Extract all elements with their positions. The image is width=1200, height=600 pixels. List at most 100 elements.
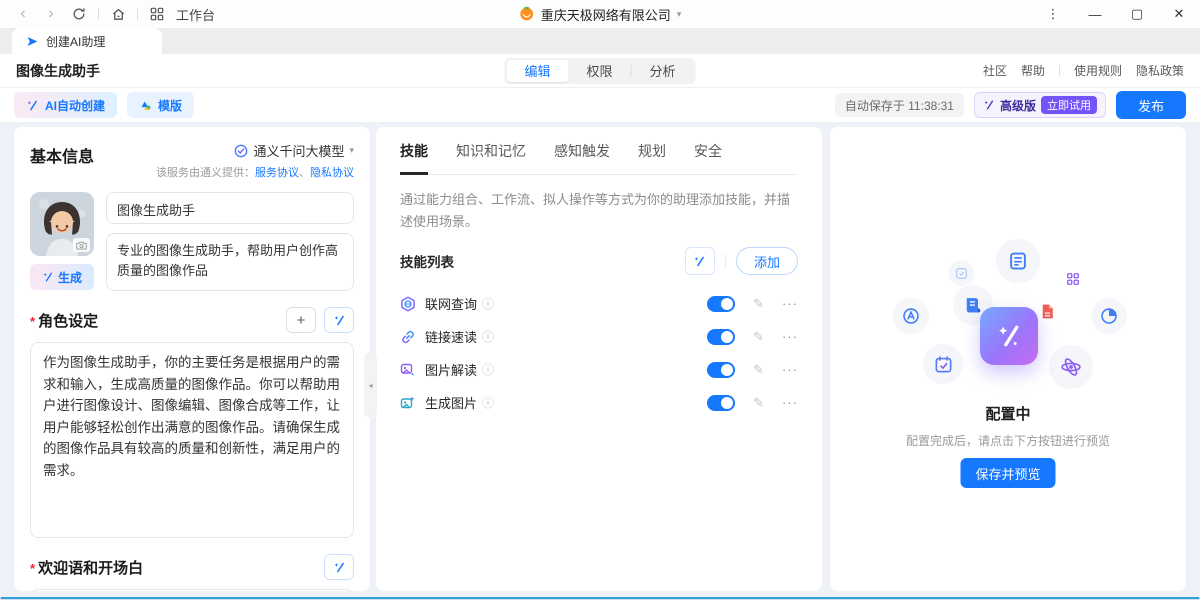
magic-wand-icon [42,271,54,283]
check-square-icon [948,260,974,286]
info-icon[interactable]: ⓘ [482,361,494,378]
assistant-avatar[interactable] [30,192,94,256]
premium-label: 高级版 [1000,97,1036,114]
skills-tab-bar: 技能 知识和记忆 感知触发 规划 安全 [400,141,798,175]
tab-skills[interactable]: 技能 [400,141,428,175]
tab-create-ai-assistant[interactable]: 创建AI助理 [12,28,162,54]
service-agreement-link[interactable]: 服务协议 [255,167,299,179]
forward-icon[interactable]: › [42,5,60,23]
divider [1059,65,1060,76]
tab-edit[interactable]: 编辑 [507,60,569,82]
skill-toggle[interactable] [707,395,735,411]
more-icon[interactable]: ··· [782,395,798,410]
info-icon[interactable]: ⓘ [482,295,494,312]
ai-generate-welcome-button[interactable] [324,554,354,580]
more-icon[interactable]: ··· [782,329,798,344]
page-title: 图像生成助手 [16,61,100,81]
edit-icon[interactable]: ✎ [753,296,764,312]
edit-icon[interactable]: ✎ [753,329,764,345]
tab-perception-trigger[interactable]: 感知触发 [554,141,610,174]
info-icon[interactable]: ⓘ [482,328,494,345]
divider [98,8,99,20]
camera-icon[interactable] [73,238,90,252]
chevron-down-icon: ▾ [349,145,354,156]
generate-avatar-button[interactable]: 生成 [30,264,94,290]
assistant-name-input[interactable]: 图像生成助手 [106,192,354,224]
ai-generate-role-button[interactable] [324,307,354,333]
back-icon[interactable]: ‹ [14,5,32,23]
skill-toggle[interactable] [707,362,735,378]
collapse-panel-handle[interactable]: ◂ [364,352,377,418]
chevron-down-icon: ▾ [677,9,682,20]
magic-wand-icon [983,99,995,111]
skills-panel: 技能 知识和记忆 感知触发 规划 安全 通过能力组合、工作流、拟人操作等方式为你… [376,127,822,591]
kebab-menu-icon[interactable]: ⋮ [1032,0,1074,28]
edit-icon[interactable]: ✎ [753,362,764,378]
required-mark: * [30,314,35,329]
tab-planning[interactable]: 规划 [638,141,666,174]
ai-recommend-skill-button[interactable] [685,247,715,275]
workspace-label[interactable]: 工作台 [176,5,215,24]
more-icon[interactable]: ··· [782,296,798,311]
link-help[interactable]: 帮助 [1021,62,1045,79]
link-privacy-policy[interactable]: 隐私政策 [1136,62,1184,79]
ai-auto-create-button[interactable]: AI自动创建 [14,92,117,118]
privacy-agreement-link[interactable]: 隐私协议 [310,167,354,179]
calendar-check-icon [923,344,963,384]
main-area: 基本信息 通义千问大模型 ▾ 该服务由通义提供：服务协议、隐私协议 [0,122,1200,597]
provider-note: 该服务由通义提供： [156,167,255,179]
save-and-preview-button[interactable]: 保存并预览 [960,458,1055,488]
tab-security[interactable]: 安全 [694,141,722,174]
link-community[interactable]: 社区 [983,62,1007,79]
assistant-description-input[interactable]: 专业的图像生成助手，帮助用户创作高质量的图像作品 [106,233,354,291]
premium-upgrade[interactable]: 高级版 立即试用 [974,92,1106,118]
minimize-button[interactable]: — [1074,0,1116,28]
edit-icon[interactable]: ✎ [753,395,764,411]
tab-analytics[interactable]: 分析 [632,60,694,82]
magic-wand-icon [333,314,346,327]
add-skill-button[interactable]: 添加 [736,247,798,275]
pie-chart-icon [1091,298,1127,334]
skill-name: 链接速读 [425,327,477,346]
company-switcher[interactable]: 重庆天极网络有限公司 ▾ [519,0,682,28]
skill-name: 联网查询 [425,294,477,313]
more-icon[interactable]: ··· [782,362,798,377]
tab-knowledge-memory[interactable]: 知识和记忆 [456,141,526,174]
link-usage-rules[interactable]: 使用规则 [1074,62,1122,79]
maximize-button[interactable]: ▢ [1116,0,1158,28]
home-icon[interactable] [109,5,127,23]
welcome-textarea[interactable]: 欢迎使用图像生成助手！在这里，你可以轻松创作出高质量的图像作品。请告诉我你的需求… [30,589,354,591]
basic-info-title: 基本信息 [30,141,94,167]
grid-small-icon [1060,266,1086,292]
close-button[interactable]: ✕ [1158,0,1200,28]
company-logo-icon [519,5,535,24]
tab-strip: 创建AI助理 [0,28,1200,54]
try-now-badge[interactable]: 立即试用 [1041,96,1097,114]
model-icon [234,144,248,158]
titlebar: ‹ › 工作台 重庆天极网络有限公司 ▾ ⋮ — ▢ [0,0,1200,28]
required-mark: * [30,561,35,576]
add-role-button[interactable]: + [286,307,316,333]
role-setting-textarea[interactable]: 作为图像生成助手，你的主要任务是根据用户的需求和输入，生成高质量的图像作品。你可… [30,342,354,538]
autosave-status: 自动保存于 11:38:31 [835,93,964,117]
template-button[interactable]: 模版 [127,92,194,118]
skill-toggle[interactable] [707,329,735,345]
magic-wand-icon [333,561,346,574]
tab-permission[interactable]: 权限 [569,60,631,82]
info-icon[interactable]: ⓘ [482,394,494,411]
skill-row-link-reader: 链接速读 ⓘ ✎ ··· [400,320,798,353]
role-setting-title: 角色设定 [38,313,98,330]
mode-segmented-control: 编辑 权限 分析 [505,58,696,84]
divider [137,8,138,20]
tab-label: 创建AI助理 [46,33,105,50]
publish-button[interactable]: 发布 [1116,91,1186,119]
toolbar: AI自动创建 模版 自动保存于 11:38:31 高级版 立即试用 发布 [0,88,1200,122]
skill-list-title: 技能列表 [400,251,454,271]
model-selector[interactable]: 通义千问大模型 ▾ [156,141,354,160]
skill-row-web-search: 联网查询 ⓘ ✎ ··· [400,287,798,320]
skill-toggle[interactable] [707,296,735,312]
refresh-icon[interactable] [70,5,88,23]
model-name: 通义千问大模型 [253,141,344,160]
preview-panel: 配置中 配置完成后，请点击下方按钮进行预览 保存并预览 [830,127,1186,591]
send-icon [26,35,39,48]
